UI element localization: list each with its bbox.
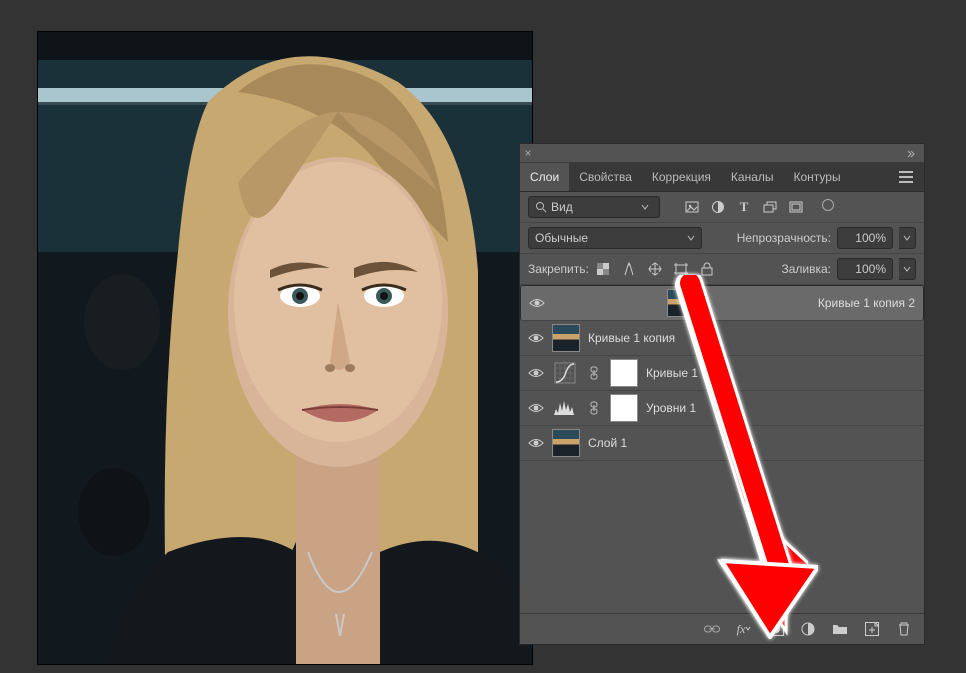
tab-properties[interactable]: Свойства xyxy=(569,163,642,191)
visibility-icon[interactable] xyxy=(528,400,544,416)
fx-icon[interactable]: fx xyxy=(736,621,752,637)
layer-row[interactable]: Кривые 1 xyxy=(520,356,924,391)
delete-layer-icon[interactable] xyxy=(896,621,912,637)
lock-row: Закрепить: Заливка: 100% xyxy=(520,254,924,285)
fill-value: 100% xyxy=(855,262,886,276)
filter-toggle[interactable] xyxy=(822,199,834,211)
blend-mode-select[interactable]: Обычные xyxy=(528,227,702,249)
panel-footer: fx xyxy=(520,613,924,644)
blend-mode-value: Обычные xyxy=(535,231,588,245)
fill-input[interactable]: 100% xyxy=(837,258,893,280)
panel-titlebar[interactable]: × xyxy=(520,144,924,163)
link-icon[interactable] xyxy=(586,400,602,416)
layer-name[interactable]: Кривые 1 копия 2 xyxy=(818,296,915,310)
layer-row[interactable]: Уровни 1 xyxy=(520,391,924,426)
layers-list: Кривые 1 копия 2 Кривые 1 копия Кривые 1… xyxy=(520,285,924,613)
layer-thumbnail[interactable] xyxy=(552,324,580,352)
filter-type-buttons: T xyxy=(684,199,834,215)
visibility-icon[interactable] xyxy=(528,365,544,381)
layer-name[interactable]: Уровни 1 xyxy=(646,401,696,415)
tab-channels[interactable]: Каналы xyxy=(721,163,784,191)
filter-row: Вид T xyxy=(520,192,924,223)
lock-pixels-icon[interactable] xyxy=(621,261,637,277)
filter-shape-icon[interactable] xyxy=(762,199,778,215)
lock-position-icon[interactable] xyxy=(647,261,663,277)
layer-row[interactable]: Кривые 1 копия 2 xyxy=(520,285,924,321)
layer-filter-select[interactable]: Вид xyxy=(528,196,660,218)
lock-label: Закрепить: xyxy=(528,262,589,276)
opacity-dropdown[interactable] xyxy=(899,227,916,249)
new-group-icon[interactable] xyxy=(832,621,848,637)
layer-filter-label: Вид xyxy=(551,200,573,214)
link-icon[interactable] xyxy=(586,365,602,381)
panel-menu-icon[interactable] xyxy=(898,169,914,185)
opacity-label: Непрозрачность: xyxy=(737,231,831,245)
mask-thumbnail[interactable] xyxy=(610,359,638,387)
opacity-value: 100% xyxy=(855,231,886,245)
new-adjustment-icon[interactable] xyxy=(800,621,816,637)
visibility-icon[interactable] xyxy=(528,435,544,451)
levels-adj-icon[interactable] xyxy=(552,395,578,421)
fill-label: Заливка: xyxy=(781,262,831,276)
layer-thumbnail[interactable] xyxy=(667,289,695,317)
layer-row[interactable]: Кривые 1 копия xyxy=(520,321,924,356)
layers-panel: × Слои Свойства Коррекция Каналы Контуры… xyxy=(520,144,924,644)
filter-adjust-icon[interactable] xyxy=(710,199,726,215)
lock-artboard-icon[interactable] xyxy=(673,261,689,277)
lock-all-icon[interactable] xyxy=(699,261,715,277)
layer-thumbnail[interactable] xyxy=(552,429,580,457)
opacity-input[interactable]: 100% xyxy=(837,227,893,249)
tab-paths[interactable]: Контуры xyxy=(784,163,851,191)
lock-transparency-icon[interactable] xyxy=(595,261,611,277)
tab-adjustments[interactable]: Коррекция xyxy=(642,163,721,191)
add-mask-icon[interactable] xyxy=(768,621,784,637)
close-icon[interactable]: × xyxy=(520,146,536,160)
canvas-image xyxy=(38,32,532,664)
tab-layers[interactable]: Слои xyxy=(520,163,569,191)
collapse-icon[interactable] xyxy=(906,148,916,158)
blend-row: Обычные Непрозрачность: 100% xyxy=(520,223,924,254)
mask-thumbnail[interactable] xyxy=(610,394,638,422)
filter-smart-icon[interactable] xyxy=(788,199,804,215)
new-layer-icon[interactable] xyxy=(864,621,880,637)
fill-dropdown[interactable] xyxy=(899,258,916,280)
layer-name[interactable]: Кривые 1 xyxy=(646,366,698,380)
layer-row[interactable]: Слой 1 xyxy=(520,426,924,461)
curves-adj-icon[interactable] xyxy=(552,360,578,386)
link-layers-icon[interactable] xyxy=(704,621,720,637)
filter-pixel-icon[interactable] xyxy=(684,199,700,215)
layer-name[interactable]: Кривые 1 копия xyxy=(588,331,675,345)
visibility-icon[interactable] xyxy=(528,330,544,346)
visibility-icon[interactable] xyxy=(529,295,545,311)
layer-name[interactable]: Слой 1 xyxy=(588,436,627,450)
panel-tabs: Слои Свойства Коррекция Каналы Контуры xyxy=(520,163,924,192)
filter-type-icon[interactable]: T xyxy=(736,199,752,215)
